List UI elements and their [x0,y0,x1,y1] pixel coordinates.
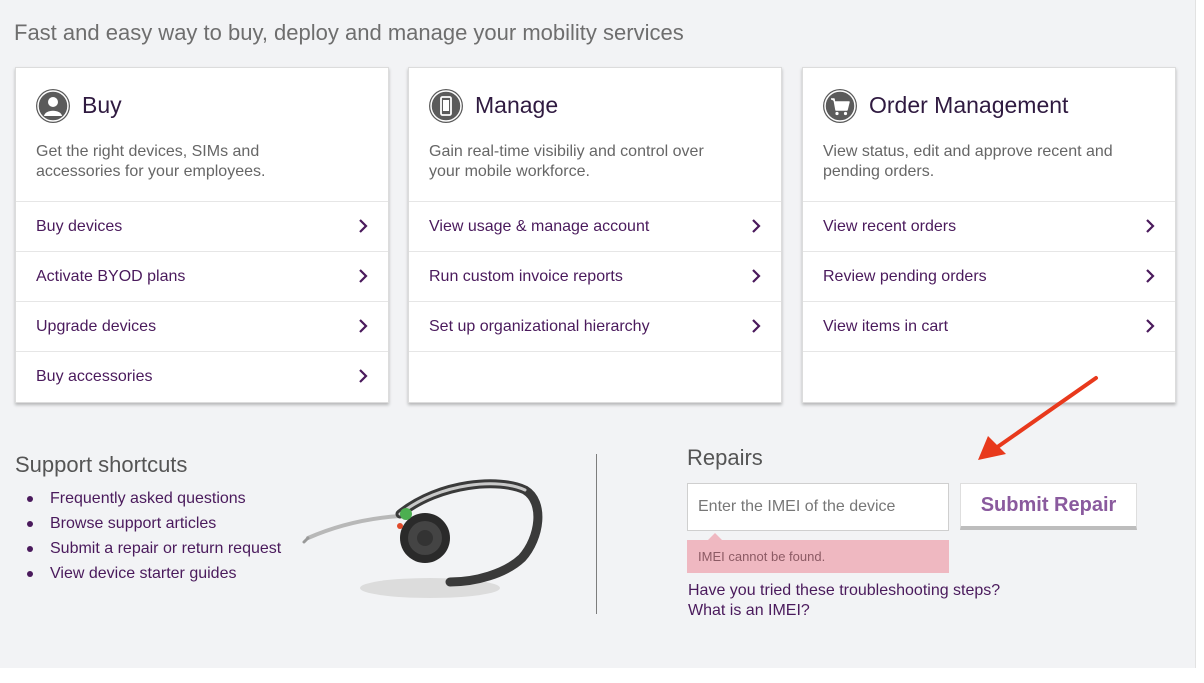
repair-return-link[interactable]: Submit a repair or return request [24,538,281,563]
order-management-card-description: View status, edit and approve recent and… [823,143,1113,180]
chevron-right-icon [359,219,368,233]
page-right-edge [1195,0,1204,683]
cart-icon [823,89,857,123]
error-notch [708,533,722,540]
support-articles-link[interactable]: Browse support articles [24,513,281,538]
link-label: Buy accessories [36,367,153,385]
buy-card-title: Buy [82,92,122,118]
manage-card-header: Manage Gain real-time visibiliy and cont… [409,68,781,202]
page-tagline: Fast and easy way to buy, deploy and man… [14,20,684,45]
chevron-right-icon [359,369,368,383]
link-label: Run custom invoice reports [429,267,623,285]
footer-strip [0,668,1204,683]
buy-devices-link[interactable]: Buy devices [16,202,388,252]
invoice-reports-link[interactable]: Run custom invoice reports [409,252,781,302]
view-usage-link[interactable]: View usage & manage account [409,202,781,252]
buy-accessories-link[interactable]: Buy accessories [16,352,388,401]
buy-card-description: Get the right devices, SIMs and accessor… [36,143,266,180]
pending-orders-link[interactable]: Review pending orders [803,252,1175,302]
support-shortcuts-list: Frequently asked questions Browse suppor… [24,488,281,588]
link-label: Buy devices [36,217,123,235]
faq-link[interactable]: Frequently asked questions [24,488,281,513]
activate-byod-link[interactable]: Activate BYOD plans [16,252,388,302]
manage-card: Manage Gain real-time visibiliy and cont… [408,67,782,403]
recent-orders-link[interactable]: View recent orders [803,202,1175,252]
support-shortcuts-title: Support shortcuts [15,452,188,477]
submit-repair-button[interactable]: Submit Repair [960,483,1137,530]
chevron-right-icon [752,319,761,333]
chevron-right-icon [1146,319,1155,333]
order-management-card: Order Management View status, edit and a… [802,67,1176,403]
imei-error-message: IMEI cannot be found. [687,540,949,573]
upgrade-devices-link[interactable]: Upgrade devices [16,302,388,352]
chevron-right-icon [752,269,761,283]
buy-card-header: Buy Get the right devices, SIMs and acce… [16,68,388,202]
chevron-right-icon [752,219,761,233]
troubleshooting-link[interactable]: Have you tried these troubleshooting ste… [688,582,1000,600]
order-management-card-title: Order Management [869,92,1069,118]
phone-icon [429,89,463,123]
order-management-card-header: Order Management View status, edit and a… [803,68,1175,202]
manage-card-description: Gain real-time visibiliy and control ove… [429,143,704,180]
person-icon [36,89,70,123]
red-arrow-annotation [978,376,1098,460]
section-divider [596,454,597,614]
chevron-right-icon [359,319,368,333]
link-label: View recent orders [823,217,957,235]
imei-input[interactable] [687,483,949,531]
chevron-right-icon [359,269,368,283]
link-label: Set up organizational hierarchy [429,317,650,335]
what-is-imei-link[interactable]: What is an IMEI? [688,602,810,620]
link-label: Upgrade devices [36,317,157,335]
link-label: View items in cart [823,317,949,335]
headset-image [302,479,543,598]
link-label: Activate BYOD plans [36,267,186,285]
link-label: Review pending orders [823,267,987,285]
items-in-cart-link[interactable]: View items in cart [803,302,1175,352]
manage-card-title: Manage [475,92,559,118]
link-label: View usage & manage account [429,217,650,235]
chevron-right-icon [1146,219,1155,233]
org-hierarchy-link[interactable]: Set up organizational hierarchy [409,302,781,352]
starter-guides-link[interactable]: View device starter guides [24,563,281,588]
repairs-title: Repairs [687,445,763,470]
buy-card: Buy Get the right devices, SIMs and acce… [15,67,389,403]
chevron-right-icon [1146,269,1155,283]
